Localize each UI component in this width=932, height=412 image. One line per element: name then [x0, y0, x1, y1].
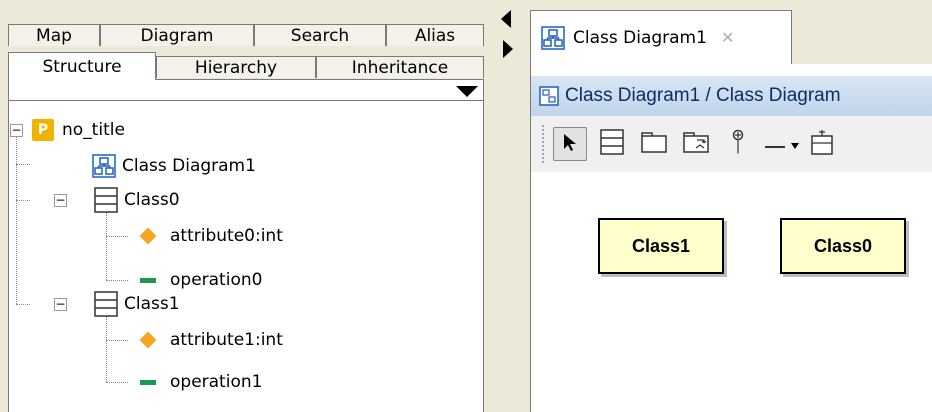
tree-node-label: attribute0:int	[170, 226, 283, 246]
class-diagram-icon	[541, 25, 565, 50]
panel-divider	[8, 100, 484, 101]
tree-node-attribute0[interactable]: attribute0:int	[132, 218, 283, 254]
tree-node-label: attribute1:int	[170, 330, 283, 350]
class-icon	[599, 128, 625, 160]
tab-inheritance[interactable]: Inheritance	[316, 56, 484, 78]
select-tool-button[interactable]	[553, 127, 587, 161]
class-name: Class0	[813, 235, 873, 256]
toolbar-grip[interactable]	[541, 124, 545, 164]
editor-tab-label: Class Diagram1	[573, 27, 707, 48]
tree-connector	[106, 236, 128, 237]
operation-icon	[140, 277, 156, 283]
tree-connector	[106, 382, 128, 383]
package-icon	[640, 130, 668, 158]
attribute-icon	[139, 227, 157, 245]
attribute-icon	[139, 331, 157, 349]
structure-tree: − P no_title Class Diagram1 − Class0 att…	[10, 110, 480, 410]
tab-map[interactable]: Map	[8, 24, 100, 46]
class-icon	[94, 187, 118, 213]
tree-node-label: Class1	[124, 294, 180, 314]
operation-icon	[140, 379, 156, 385]
tree-node-label: Class Diagram1	[122, 156, 256, 176]
diagram-icon	[539, 86, 559, 106]
association-icon	[764, 135, 786, 154]
tab-structure[interactable]: Structure	[8, 52, 156, 80]
class-name: Class1	[631, 235, 691, 256]
tree-connector	[106, 340, 128, 341]
tree-node-class1[interactable]: Class1	[94, 286, 180, 322]
collapse-toggle-icon[interactable]: −	[10, 124, 23, 137]
subsystem-tool-button[interactable]	[679, 127, 713, 161]
interface-icon	[729, 128, 747, 160]
class-diagram-icon	[92, 154, 116, 178]
collapse-toggle-icon[interactable]: −	[54, 194, 67, 207]
tab-search[interactable]: Search	[254, 24, 386, 46]
tree-node-label: Class0	[124, 190, 180, 210]
tree-connector	[16, 164, 30, 165]
tree-node-attribute1[interactable]: attribute1:int	[132, 322, 283, 358]
class-tool-button[interactable]	[595, 127, 629, 161]
panel-splitter[interactable]	[492, 0, 516, 412]
collapse-toggle-icon[interactable]: −	[54, 298, 67, 311]
tree-node-label: operation1	[170, 372, 263, 392]
panel-menu-dropdown-icon[interactable]	[456, 86, 478, 97]
note-icon	[810, 128, 834, 160]
project-icon: P	[32, 119, 54, 141]
tree-node-class0[interactable]: Class0	[94, 182, 180, 218]
tree-connector	[106, 316, 107, 382]
package-tool-button[interactable]	[637, 127, 671, 161]
panel-tabs-back-row: Map Diagram Search Alias	[8, 24, 484, 46]
collapse-left-arrow-icon[interactable]	[501, 10, 511, 28]
tree-connector	[106, 212, 107, 280]
class-icon	[94, 291, 118, 317]
class-box-class1[interactable]: Class1	[598, 218, 724, 274]
expand-right-arrow-icon[interactable]	[503, 40, 513, 58]
tree-node-operation1[interactable]: operation1	[132, 364, 262, 400]
diagram-title-path: Class Diagram1 / Class Diagram	[565, 85, 841, 106]
tree-node-label: operation0	[170, 270, 263, 290]
dropdown-arrow-icon	[790, 135, 800, 154]
subsystem-icon	[682, 130, 710, 158]
tree-connector	[16, 304, 30, 305]
close-icon[interactable]: ✕	[721, 28, 734, 47]
editor-tab-class-diagram1[interactable]: Class Diagram1 ✕	[530, 10, 792, 64]
diagram-canvas[interactable]	[531, 172, 932, 412]
tree-connector	[16, 130, 17, 304]
tab-alias[interactable]: Alias	[386, 24, 484, 46]
tree-node-project[interactable]: P no_title	[32, 112, 125, 148]
class-box-class0[interactable]: Class0	[780, 218, 906, 274]
tab-hierarchy[interactable]: Hierarchy	[156, 56, 316, 78]
tree-connector	[16, 200, 30, 201]
association-tool-button[interactable]	[763, 127, 787, 161]
panel-tabs-front-row: Structure Hierarchy Inheritance	[8, 52, 484, 80]
tree-node-label: no_title	[62, 120, 125, 140]
select-arrow-icon	[561, 132, 579, 156]
tree-node-class-diagram[interactable]: Class Diagram1	[92, 148, 256, 184]
association-dropdown-button[interactable]	[789, 127, 801, 161]
note-tool-button[interactable]	[805, 127, 839, 161]
interface-tool-button[interactable]	[721, 127, 755, 161]
diagram-title-bar: Class Diagram1 / Class Diagram	[531, 76, 932, 116]
tree-connector	[106, 280, 128, 281]
diagram-toolbar	[531, 116, 932, 172]
tab-diagram[interactable]: Diagram	[100, 24, 254, 46]
